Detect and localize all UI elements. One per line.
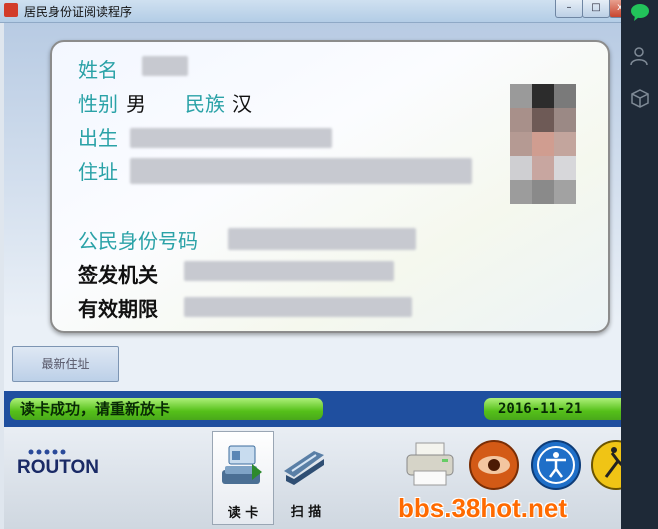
id-number-label: 公民身份号码 xyxy=(78,229,198,253)
address-label: 住址 xyxy=(78,160,118,184)
chat-icon[interactable] xyxy=(630,2,650,22)
ethnicity-value: 汉 xyxy=(232,92,252,116)
site-watermark: bbs.38hot.net xyxy=(398,493,568,523)
side-panel xyxy=(621,0,658,529)
validity-value-redacted xyxy=(184,297,412,317)
app-window: 居民身份证阅读程序 – □ x 姓名 性别 男 民族 汉 出生 住址 公民身份号… xyxy=(0,0,621,529)
name-value-redacted xyxy=(142,56,188,76)
eye-icon[interactable] xyxy=(468,439,520,491)
printer-icon[interactable] xyxy=(404,441,456,489)
routon-logo: ROUTON xyxy=(17,445,107,478)
running-man-icon[interactable] xyxy=(590,439,621,491)
birth-label: 出生 xyxy=(78,126,118,150)
maximize-button[interactable]: □ xyxy=(582,0,610,18)
card-panel: 姓名 性别 男 民族 汉 出生 住址 公民身份号码 签发机关 有效期限 最新住址 xyxy=(4,23,621,395)
minimize-button[interactable]: – xyxy=(555,0,583,18)
validity-label: 有效期限 xyxy=(78,297,158,321)
gender-value: 男 xyxy=(126,92,146,116)
status-message: 读卡成功，请重新放卡 xyxy=(10,398,323,420)
id-number-value-redacted xyxy=(228,228,416,250)
portrait-photo xyxy=(510,84,600,208)
scan-label: 扫 描 xyxy=(290,505,322,520)
window-title: 居民身份证阅读程序 xyxy=(24,5,133,19)
birth-value-redacted xyxy=(130,128,332,148)
id-card: 姓名 性别 男 民族 汉 出生 住址 公民身份号码 签发机关 有效期限 xyxy=(50,40,610,333)
status-date: 2016-11-21 xyxy=(484,398,621,420)
address-value-redacted xyxy=(130,158,472,184)
client-area: 姓名 性别 男 民族 汉 出生 住址 公民身份号码 签发机关 有效期限 最新住址… xyxy=(4,23,621,529)
box-icon[interactable] xyxy=(630,88,650,108)
issuer-label: 签发机关 xyxy=(78,263,158,287)
status-bar: 读卡成功，请重新放卡 2016-11-21 xyxy=(4,391,621,427)
latest-address-button[interactable]: 最新住址 xyxy=(12,346,119,382)
issuer-value-redacted xyxy=(184,261,394,281)
app-icon xyxy=(4,3,18,17)
read-card-label: 读 卡 xyxy=(227,506,259,521)
user-icon[interactable] xyxy=(630,46,650,66)
read-card-button[interactable]: 读 卡 xyxy=(212,431,274,525)
title-bar: 居民身份证阅读程序 – □ x xyxy=(0,0,621,23)
ethnicity-label: 民族 xyxy=(185,92,225,116)
gender-label: 性别 xyxy=(78,92,118,116)
id-card-reader-icon xyxy=(222,445,262,484)
scanner-icon xyxy=(284,451,324,485)
scan-button[interactable]: 扫 描 xyxy=(276,431,336,523)
name-label: 姓名 xyxy=(78,58,118,82)
close-button[interactable]: x xyxy=(609,0,621,18)
accessibility-icon[interactable] xyxy=(530,439,582,491)
